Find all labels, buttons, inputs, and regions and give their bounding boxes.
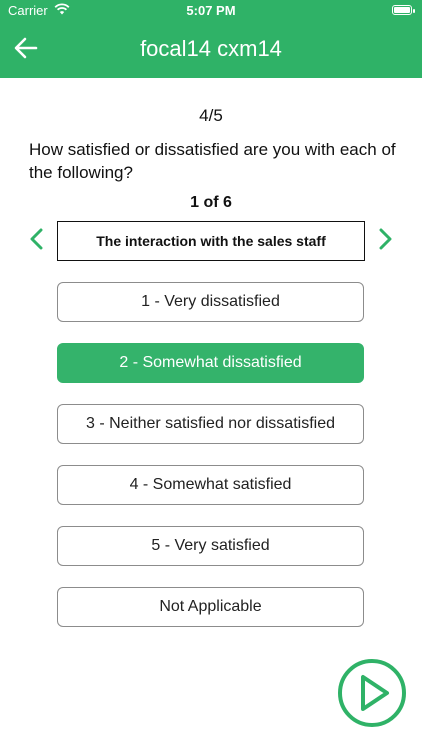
page-title: focal14 cxm14 <box>140 36 282 61</box>
survey-progress: 4/5 <box>199 106 223 125</box>
status-time: 5:07 PM <box>186 3 236 18</box>
previous-item-button[interactable] <box>22 226 50 256</box>
navigation-bar: focal14 cxm14 <box>0 22 422 78</box>
option-somewhat-dissatisfied[interactable]: 2 - Somewhat dissatisfied <box>57 343 364 383</box>
back-button[interactable] <box>8 32 44 68</box>
option-very-dissatisfied[interactable]: 1 - Very dissatisfied <box>57 282 364 322</box>
battery-icon <box>392 5 415 15</box>
current-item-label: The interaction with the sales staff <box>57 221 365 261</box>
option-somewhat-satisfied[interactable]: 4 - Somewhat satisfied <box>57 465 364 505</box>
option-not-applicable[interactable]: Not Applicable <box>57 587 364 627</box>
answer-options: 1 - Very dissatisfied 2 - Somewhat dissa… <box>57 282 364 648</box>
chevron-right-icon <box>379 228 393 255</box>
chevron-left-icon <box>29 228 43 255</box>
next-page-button[interactable] <box>336 657 408 729</box>
status-bar: Carrier 5:07 PM <box>0 0 422 22</box>
next-item-button[interactable] <box>372 226 400 256</box>
option-neither[interactable]: 3 - Neither satisfied nor dissatisfied <box>57 404 364 444</box>
item-counter: 1 of 6 <box>190 194 232 211</box>
question-text: How satisfied or dissatisfied are you wi… <box>29 140 396 182</box>
play-icon <box>336 659 408 733</box>
option-very-satisfied[interactable]: 5 - Very satisfied <box>57 526 364 566</box>
arrow-left-icon <box>14 37 38 64</box>
